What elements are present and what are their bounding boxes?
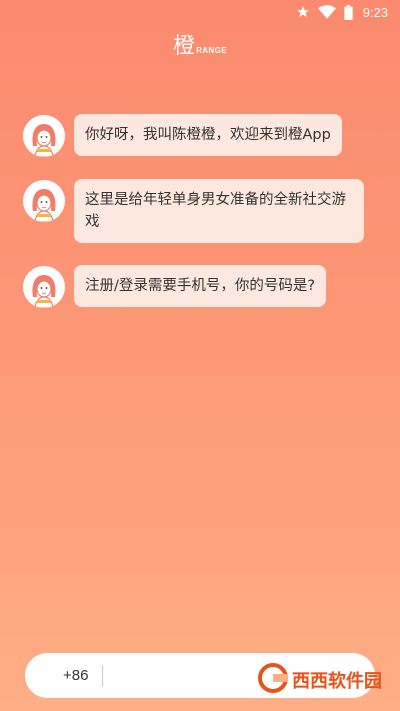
chat-list: 你好呀，我叫陈橙橙，欢迎来到橙App 这里是给年轻单身男女准备的全新社交游戏 注… — [23, 114, 380, 330]
logo-glyph: 橙 — [173, 34, 196, 59]
watermark-brand: 西西软件园 — [292, 671, 382, 692]
chat-message: 你好呀，我叫陈橙橙，欢迎来到橙App — [23, 114, 380, 157]
star-icon — [296, 5, 310, 19]
divider — [102, 664, 104, 687]
message-bubble: 这里是给年轻单身男女准备的全新社交游戏 — [74, 179, 364, 243]
battery-icon — [344, 4, 353, 20]
watermark-logo-icon — [258, 663, 288, 697]
avatar — [23, 266, 65, 308]
status-bar: 9:23 — [0, 0, 400, 24]
message-bubble: 注册/登录需要手机号，你的号码是? — [74, 265, 327, 307]
chat-message: 注册/登录需要手机号，你的号码是? — [23, 265, 380, 308]
country-code-selector[interactable]: +86 — [63, 667, 88, 684]
app-logo: 橙 RANGE — [0, 36, 400, 58]
avatar — [23, 115, 65, 157]
chat-message: 这里是给年轻单身男女准备的全新社交游戏 — [23, 179, 380, 243]
wifi-icon — [317, 5, 336, 19]
avatar — [23, 180, 65, 222]
message-bubble: 你好呀，我叫陈橙橙，欢迎来到橙App — [74, 114, 342, 156]
watermark: 西西软件园 — [258, 662, 382, 698]
logo-word: RANGE — [196, 46, 227, 55]
status-time: 9:23 — [362, 4, 388, 20]
